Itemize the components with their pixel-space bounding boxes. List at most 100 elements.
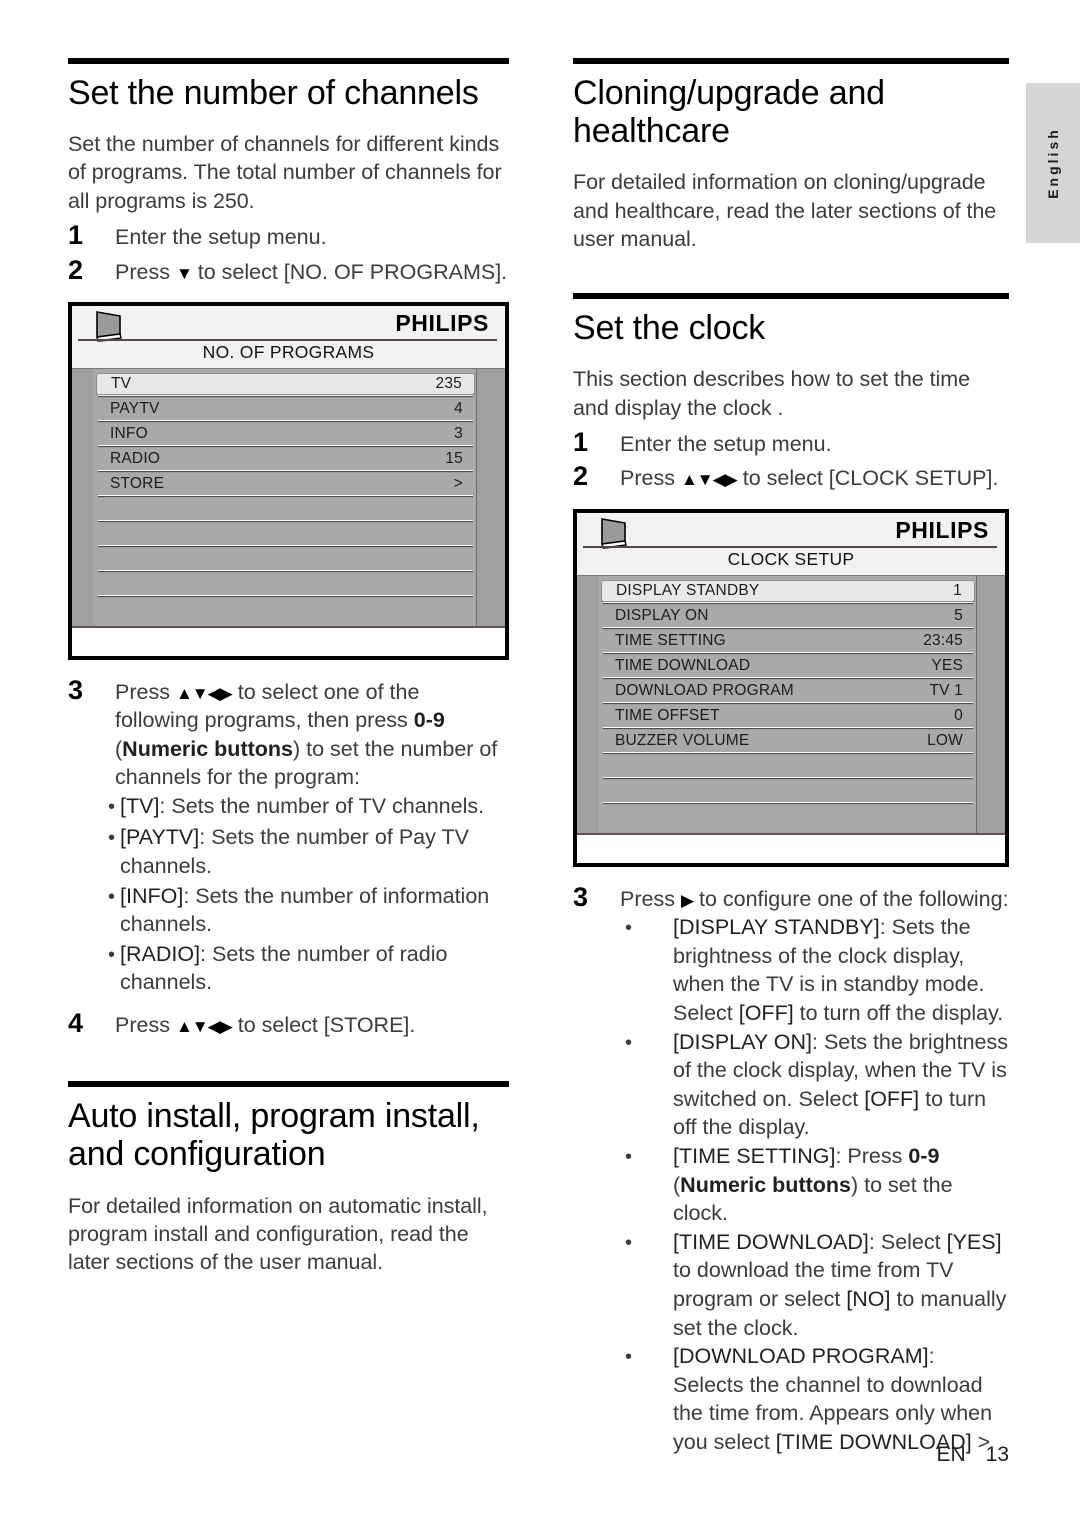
osd-menu-item-time-download[interactable]: TIME DOWNLOAD YES <box>601 655 975 677</box>
bullet-dot-icon: • <box>625 1031 633 1054</box>
osd-item-value: 4 <box>454 399 463 417</box>
step-text: Press ▲▼◀▶ to select [CLOCK SETUP]. <box>620 460 1009 492</box>
osd-menu-item-buzzer-volume[interactable]: BUZZER VOLUME LOW <box>601 730 975 752</box>
steps-list-clock-1: 1 Enter the setup menu. 2 Press ▲▼◀▶ to … <box>573 426 1009 493</box>
list-item: • [INFO]: Sets the number of information… <box>68 882 509 939</box>
step-text: Press ▼ to select [NO. OF PROGRAMS]. <box>115 254 509 286</box>
osd-item-label: TIME DOWNLOAD <box>615 656 751 674</box>
osd-menu-item-empty <box>96 573 475 595</box>
bullet-list-programs: • [TV]: Sets the number of TV channels. … <box>68 792 509 997</box>
bullet-key: [DISPLAY STANDBY] <box>673 915 880 940</box>
osd-header-divider <box>78 338 497 341</box>
osd-menu-item-store[interactable]: STORE > <box>96 473 475 495</box>
step-number: 2 <box>68 254 84 285</box>
step-text: Press ▲▼◀▶ to select [STORE]. <box>115 1007 509 1039</box>
osd-footer-bar <box>577 832 1005 863</box>
list-item: • [TV]: Sets the number of TV channels. <box>68 792 509 822</box>
step-number: 1 <box>573 427 589 458</box>
step-text: Press ▶ to configure one of the followin… <box>620 881 1009 913</box>
bullet-text: [INFO]: Sets the number of information c… <box>120 882 509 939</box>
osd-footer-bar <box>72 625 505 656</box>
bullet-dot-icon: • <box>108 885 116 908</box>
osd-header-divider <box>583 545 997 548</box>
step-text: Press ▲▼◀▶ to select one of the followin… <box>115 674 509 792</box>
step-item: 2 Press ▲▼◀▶ to select [CLOCK SETUP]. <box>573 460 1009 492</box>
osd-item-value: 1 <box>953 581 962 599</box>
step-text-after: to select [STORE]. <box>231 1013 416 1038</box>
list-item: • [RADIO]: Sets the number of radio chan… <box>68 940 509 997</box>
step-number: 1 <box>68 220 84 251</box>
osd-item-value: 5 <box>954 606 963 624</box>
osd-menu-item-empty <box>601 780 975 802</box>
step-number: 4 <box>68 1008 84 1039</box>
step-text-after: to select [CLOCK SETUP]. <box>736 466 999 491</box>
bullet-text: [TIME DOWNLOAD]: Select [YES] to downloa… <box>673 1228 1009 1342</box>
osd-item-value: 23:45 <box>923 631 963 649</box>
osd-left-gutter <box>72 368 94 626</box>
bullet-rest: : Press <box>835 1143 909 1168</box>
osd-item-value: 235 <box>435 374 462 392</box>
bullet-text: [DOWNLOAD PROGRAM]: Selects the channel … <box>673 1342 1009 1456</box>
footer-locale: EN <box>936 1443 966 1466</box>
bullet-key: [RADIO] <box>120 941 201 966</box>
arrow-right-icon: ▶ <box>680 890 694 910</box>
osd-menu-item-empty <box>601 805 975 827</box>
philips-logo: PHILIPS <box>895 516 989 543</box>
bullet-key: [TIME DOWNLOAD] <box>673 1229 869 1254</box>
osd-item-label: INFO <box>110 424 148 442</box>
bullet-rest-2: to turn off the display. <box>793 1001 1004 1026</box>
heading-rule <box>68 1081 509 1088</box>
osd-menu-item-empty <box>96 523 475 545</box>
section-set-number-of-channels: Set the number of channels Set the numbe… <box>68 58 509 1039</box>
osd-header: PHILIPS CLOCK SETUP <box>577 512 1005 575</box>
page-title-auto-install: Auto install, program install, and confi… <box>68 1097 480 1174</box>
steps-list-1: 1 Enter the setup menu. 2 Press ▼ to sel… <box>68 219 509 286</box>
steps-list-3: 4 Press ▲▼◀▶ to select [STORE]. <box>68 1007 509 1039</box>
osd-title: NO. OF PROGRAMS <box>202 341 375 362</box>
step-item: 1 Enter the setup menu. <box>573 426 1009 458</box>
numeric-buttons-label: Numeric buttons <box>680 1172 851 1197</box>
right-column: Cloning/upgrade and healthcare For detai… <box>573 58 1009 1467</box>
osd-menu-item-time-offset[interactable]: TIME OFFSET 0 <box>601 705 975 727</box>
bullet-rest: : Select <box>868 1229 947 1254</box>
osd-title: CLOCK SETUP <box>727 548 855 569</box>
manual-page: Set the number of channels Set the numbe… <box>0 0 1080 1527</box>
language-tab-label: English <box>1045 127 1061 199</box>
bullet-key-2: [OFF] <box>738 1001 794 1026</box>
heading-rule <box>68 58 509 64</box>
osd-item-label: BUZZER VOLUME <box>615 731 750 749</box>
osd-item-value: 3 <box>454 424 463 442</box>
cloning-paragraph: For detailed information on cloning/upgr… <box>573 170 997 251</box>
philips-logo: PHILIPS <box>395 309 489 336</box>
bullet-dot-icon: • <box>108 943 116 966</box>
osd-menu-item-display-on[interactable]: DISPLAY ON 5 <box>601 605 975 627</box>
osd-menu-item-tv[interactable]: TV 235 <box>96 372 475 395</box>
step-item: 3 Press ▶ to configure one of the follow… <box>573 881 1009 913</box>
osd-header: PHILIPS NO. OF PROGRAMS <box>72 305 505 368</box>
step-text-before: Press <box>620 466 681 491</box>
osd-menu-item-info[interactable]: INFO 3 <box>96 423 475 445</box>
osd-menu-item-time-setting[interactable]: TIME SETTING 23:45 <box>601 630 975 652</box>
osd-menu-item-empty <box>96 598 475 620</box>
page-footer: EN 13 <box>0 1443 1080 1467</box>
osd-item-value: 15 <box>445 449 463 467</box>
bullet-key-2: [OFF] <box>864 1086 920 1111</box>
bullet-text: [DISPLAY ON]: Sets the brightness of the… <box>673 1028 1009 1142</box>
osd-menu-item-download-program[interactable]: DOWNLOAD PROGRAM TV 1 <box>601 680 975 702</box>
osd-left-gutter <box>577 575 599 833</box>
list-item: • [DISPLAY STANDBY]: Sets the brightness… <box>573 913 1009 1027</box>
osd-item-value: LOW <box>927 731 963 749</box>
osd-menu-item-radio[interactable]: RADIO 15 <box>96 448 475 470</box>
osd-menu-item-display-standby[interactable]: DISPLAY STANDBY 1 <box>601 579 975 602</box>
bullet-dot-icon: • <box>625 1346 633 1369</box>
osd-screenshot-clock-setup: PHILIPS CLOCK SETUP DISPLAY STANDBY 1 DI… <box>573 508 1009 867</box>
list-item: • [TIME SETTING]: Press 0-9 (Numeric but… <box>573 1142 1009 1228</box>
osd-menu-list: DISPLAY STANDBY 1 DISPLAY ON 5 TIME SETT… <box>601 579 975 827</box>
osd-item-value: YES <box>931 656 963 674</box>
osd-menu-item-paytv[interactable]: PAYTV 4 <box>96 398 475 420</box>
osd-item-label: DISPLAY ON <box>615 606 709 624</box>
bullet-key: [DOWNLOAD PROGRAM] <box>673 1344 929 1369</box>
osd-item-value: > <box>453 474 463 492</box>
step-text-after: to select [NO. OF PROGRAMS]. <box>191 259 508 284</box>
osd-body: TV 235 PAYTV 4 INFO 3 RADIO 15 STORE > <box>72 367 505 626</box>
